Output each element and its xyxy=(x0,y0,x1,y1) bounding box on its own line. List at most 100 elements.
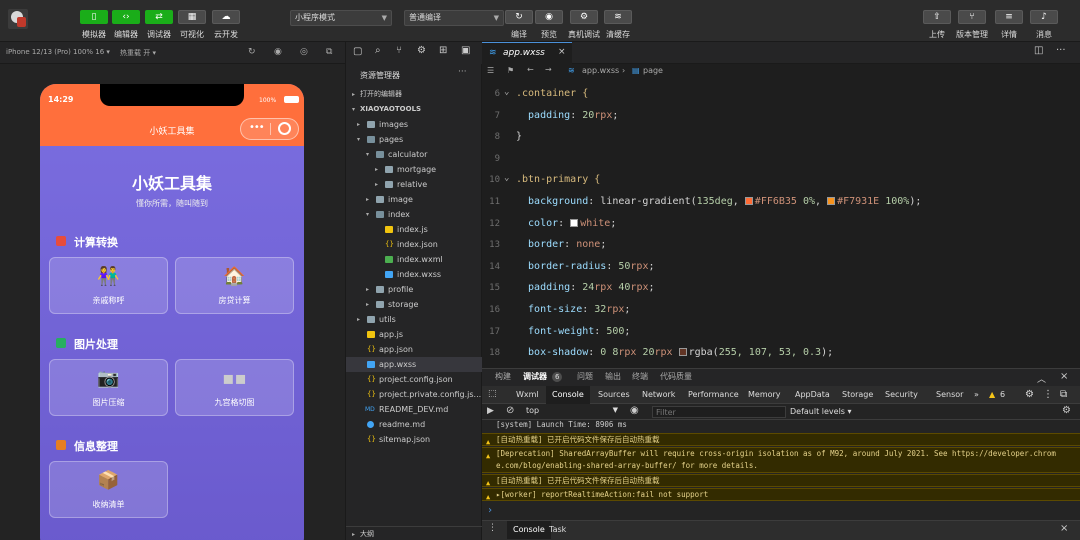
chevron-right-icon[interactable]: ▸ xyxy=(366,282,369,297)
tree-item[interactable]: ▾ calculator xyxy=(346,147,482,162)
open-editors-header[interactable]: ▸ 打开的编辑器 xyxy=(346,87,482,102)
record-icon[interactable]: ◉ xyxy=(274,47,282,57)
debug-icon[interactable]: ⚙ xyxy=(417,45,426,56)
预览-button[interactable]: ◉ xyxy=(535,10,563,24)
rotate-icon[interactable]: ↻ xyxy=(248,47,256,57)
close-panel-icon[interactable]: × xyxy=(1060,371,1068,382)
tree-item[interactable]: {} project.private.config.js... xyxy=(346,387,482,402)
warning-icon[interactable]: ▲ xyxy=(989,386,995,404)
panel-tab[interactable]: 终端 xyxy=(632,369,648,385)
outline-header[interactable]: ▸ 大纲 xyxy=(346,526,482,540)
back-icon[interactable]: ← xyxy=(527,65,534,74)
devtools-tab[interactable]: Wxml xyxy=(516,386,539,404)
tree-item[interactable]: index.wxml xyxy=(346,252,482,267)
more-tabs-icon[interactable]: » xyxy=(974,386,979,404)
模拟器-button[interactable]: ▯ xyxy=(80,10,108,24)
filter-input[interactable] xyxy=(652,406,786,418)
compile-select[interactable]: 普通编译 ▼ xyxy=(404,10,504,26)
编译-button[interactable]: ↻ xyxy=(505,10,533,24)
devtools-tab[interactable]: AppData xyxy=(795,386,830,404)
volume-icon[interactable]: ◎ xyxy=(300,47,308,57)
tool-card[interactable]: ▪▪ 九宫格切图 xyxy=(175,359,294,416)
tree-item[interactable]: ▸ utils xyxy=(346,312,482,327)
inspect-icon[interactable]: ⬚ xyxy=(488,389,497,399)
panel-tab[interactable]: 调试器 xyxy=(523,369,547,385)
extensions-icon[interactable]: ⊞ xyxy=(439,45,447,56)
bookmark-icon[interactable]: ⚑ xyxy=(507,66,514,75)
live-expression-icon[interactable]: ◉ xyxy=(630,405,639,416)
上传-button[interactable]: ⇧ xyxy=(923,10,951,24)
tool-card[interactable]: 🏠 房贷计算 xyxy=(175,257,294,314)
tree-item[interactable]: {} project.config.json xyxy=(346,372,482,387)
清缓存-button[interactable]: ≋ xyxy=(604,10,632,24)
真机调试-button[interactable]: ⚙ xyxy=(570,10,598,24)
chevron-right-icon[interactable]: ▸ xyxy=(375,177,378,192)
tree-item[interactable]: ▸ mortgage xyxy=(346,162,482,177)
详情-button[interactable]: ≡ xyxy=(995,10,1023,24)
chevron-right-icon[interactable]: ▸ xyxy=(366,192,369,207)
tree-item[interactable]: readme.md xyxy=(346,417,482,432)
tree-item[interactable]: index.js xyxy=(346,222,482,237)
context-select[interactable]: top ▼ xyxy=(526,406,618,418)
layout-icon[interactable]: ▣ xyxy=(461,45,470,56)
panel-tab[interactable]: 代码质量 xyxy=(660,369,692,385)
调试器-button[interactable]: ⇄ xyxy=(145,10,173,24)
more-icon[interactable]: ••• xyxy=(249,122,265,133)
hot-reload-toggle[interactable]: 热重载 开 ▾ xyxy=(120,48,156,58)
more-options-icon[interactable]: ⋮ xyxy=(1043,386,1053,404)
tree-item[interactable]: {} app.json xyxy=(346,342,482,357)
devtools-tab[interactable]: Sources xyxy=(598,386,630,404)
tree-item[interactable]: {} index.json xyxy=(346,237,482,252)
chevron-right-icon[interactable]: ▸ xyxy=(366,297,369,312)
mode-select[interactable]: 小程序模式 ▼ xyxy=(290,10,392,26)
drawer-menu-icon[interactable]: ⋮ xyxy=(488,523,497,533)
tree-item[interactable]: MD README_DEV.md xyxy=(346,402,482,417)
color-swatch[interactable] xyxy=(744,197,753,205)
chevron-down-icon[interactable]: ▾ xyxy=(357,132,360,147)
panel-tab[interactable]: 构建 xyxy=(495,369,511,385)
tree-item[interactable]: {} sitemap.json xyxy=(346,432,482,447)
tree-item[interactable]: ▸ image xyxy=(346,192,482,207)
devtools-tab[interactable]: Security xyxy=(885,386,918,404)
chevron-down-icon[interactable]: ▾ xyxy=(366,207,369,222)
console-prompt[interactable]: › xyxy=(487,505,493,516)
chevron-right-icon[interactable]: ▸ xyxy=(357,117,360,132)
tree-item[interactable]: index.wxss xyxy=(346,267,482,282)
panel-tab[interactable]: 问题 xyxy=(577,369,593,385)
版本管理-button[interactable]: ⑂ xyxy=(958,10,986,24)
source-control-icon[interactable]: ⑂ xyxy=(396,45,402,56)
devtools-tab[interactable]: Network xyxy=(642,386,675,404)
files-icon[interactable]: ▢ xyxy=(353,46,362,57)
editor-more-icon[interactable]: ··· xyxy=(1056,45,1066,56)
tree-item[interactable]: ▸ images xyxy=(346,117,482,132)
split-editor-icon[interactable]: ◫ xyxy=(1034,45,1043,56)
levels-select[interactable]: Default levels ▾ xyxy=(790,407,852,416)
clear-console-icon[interactable]: ⊘ xyxy=(506,405,514,416)
search-icon[interactable]: ⌕ xyxy=(375,45,381,56)
breadcrumb-symbol[interactable]: page xyxy=(643,66,663,75)
devtools-tab[interactable]: Sensor xyxy=(936,386,963,404)
tree-item[interactable]: app.js xyxy=(346,327,482,342)
tool-card[interactable]: 📷 图片压缩 xyxy=(49,359,168,416)
code-editor[interactable]: 6 ⌄ .container {7 padding: 20rpx; 8} 9 10 ⌄ .bt… xyxy=(482,80,1080,368)
close-tab-icon[interactable]: × xyxy=(558,47,566,57)
close-drawer-icon[interactable]: × xyxy=(1060,523,1068,534)
capsule-menu[interactable]: ••• xyxy=(240,118,299,140)
explorer-more-icon[interactable]: ··· xyxy=(458,67,467,77)
fold-icon[interactable]: ⌄ xyxy=(504,87,509,97)
tree-item[interactable]: ▸ storage xyxy=(346,297,482,312)
tool-card[interactable]: 👫 亲戚称呼 xyxy=(49,257,168,314)
close-capsule-icon[interactable] xyxy=(278,122,291,135)
云开发-button[interactable]: ☁ xyxy=(212,10,240,24)
color-swatch[interactable] xyxy=(570,218,579,227)
list-icon[interactable]: ☰ xyxy=(487,66,494,75)
chevron-right-icon[interactable]: ▸ xyxy=(357,312,360,327)
tree-item[interactable]: ▾ pages xyxy=(346,132,482,147)
project-header[interactable]: ▾ XIAOYAOTOOLS xyxy=(346,102,482,117)
user-avatar[interactable] xyxy=(8,9,28,29)
drawer-tab[interactable]: Task xyxy=(549,521,566,539)
tab-app-wxss[interactable]: ≋ app.wxss × xyxy=(482,42,572,64)
console-settings-icon[interactable]: ⚙ xyxy=(1062,405,1071,416)
chevron-right-icon[interactable]: ▸ xyxy=(375,162,378,177)
collapse-panel-icon[interactable]: ︿ xyxy=(1037,372,1046,385)
